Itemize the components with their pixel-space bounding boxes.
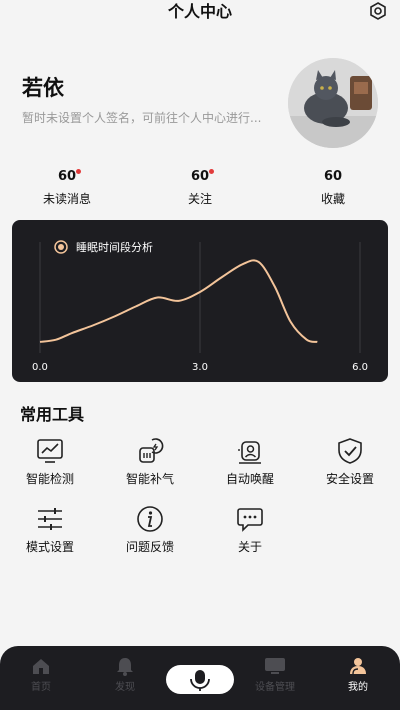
unread-dot <box>209 169 215 174</box>
tool-label: 模式设置 <box>25 540 74 554</box>
tab-label: 设备管理 <box>255 682 295 693</box>
air-pump-icon <box>139 438 164 463</box>
sleep-chart-card: 睡眠时间段分析 0.0 3.0 6.0 <box>12 220 388 382</box>
tool-label: 自动唤醒 <box>225 472 274 486</box>
tools-title: 常用工具 <box>20 405 85 424</box>
x-tick-label: 6.0 <box>352 362 368 373</box>
tab-device-management[interactable]: 设备管理 <box>240 656 310 693</box>
stat-unread-messages[interactable]: 60 未读消息 <box>17 165 117 207</box>
tool-smart-inflate[interactable]: 智能补气 <box>100 436 200 492</box>
stat-label: 收藏 <box>320 192 345 206</box>
wake-alarm-icon <box>238 441 261 464</box>
stat-favorites[interactable]: 60 收藏 <box>283 165 383 207</box>
tool-feedback[interactable]: 问题反馈 <box>100 504 200 560</box>
profile-section: 若依 暂时未设置个人签名，可前往个人中心进行... <box>0 58 400 148</box>
device-icon <box>265 658 285 674</box>
sleep-chart: 睡眠时间段分析 0.0 3.0 6.0 <box>32 240 368 373</box>
tool-auto-wake[interactable]: 自动唤醒 <box>200 436 300 492</box>
stats-row: 60 未读消息 60 关注 60 收藏 <box>0 165 400 207</box>
stat-label: 关注 <box>187 192 212 206</box>
tab-label: 首页 <box>31 682 51 693</box>
tool-mode-settings[interactable]: 模式设置 <box>0 504 100 560</box>
chart-monitor-icon <box>37 439 63 463</box>
tool-label: 问题反馈 <box>125 540 174 554</box>
x-tick-label: 0.0 <box>32 362 48 373</box>
tool-label: 智能补气 <box>125 472 174 486</box>
tool-label: 智能检测 <box>25 472 74 486</box>
legend-marker-dot <box>58 244 64 250</box>
x-tick-label: 3.0 <box>192 362 208 373</box>
info-icon <box>137 506 163 532</box>
header: 个人中心 <box>0 0 400 28</box>
microphone-icon <box>190 670 210 691</box>
username: 若依 <box>22 76 64 100</box>
stat-following[interactable]: 60 关注 <box>150 165 250 207</box>
tab-mine[interactable]: 我的 <box>323 656 393 693</box>
tab-label: 发现 <box>115 682 135 693</box>
sleep-series-line <box>39 259 318 343</box>
tab-home[interactable]: 首页 <box>6 656 76 693</box>
chat-bubble-icon <box>237 508 263 532</box>
shield-check-icon <box>338 438 362 464</box>
home-icon <box>33 659 49 674</box>
avatar[interactable] <box>288 58 378 148</box>
tool-smart-detect[interactable]: 智能检测 <box>0 436 100 492</box>
stat-label: 未读消息 <box>42 192 91 206</box>
tool-about[interactable]: 关于 <box>200 504 300 560</box>
stat-value: 60 <box>323 169 343 184</box>
page-title: 个人中心 <box>167 2 232 21</box>
stat-value: 60 <box>57 169 77 184</box>
bell-icon <box>117 658 133 676</box>
tab-discover[interactable]: 发现 <box>90 656 160 693</box>
tab-label: 我的 <box>348 682 368 693</box>
bottom-tab-bar: 首页 发现 设备管理 我的 <box>0 646 400 710</box>
sliders-icon <box>38 508 62 530</box>
tool-label: 安全设置 <box>325 472 374 486</box>
voice-button[interactable] <box>166 665 234 694</box>
gear-icon[interactable] <box>368 1 388 21</box>
unread-dot <box>76 169 82 174</box>
user-icon <box>350 658 366 675</box>
signature-text[interactable]: 暂时未设置个人签名，可前往个人中心进行... <box>22 109 292 126</box>
chart-title: 睡眠时间段分析 <box>76 240 153 254</box>
tool-label: 关于 <box>237 540 262 554</box>
tool-security-settings[interactable]: 安全设置 <box>300 436 400 492</box>
stat-value: 60 <box>190 169 210 184</box>
cat-photo-avatar <box>288 58 378 148</box>
